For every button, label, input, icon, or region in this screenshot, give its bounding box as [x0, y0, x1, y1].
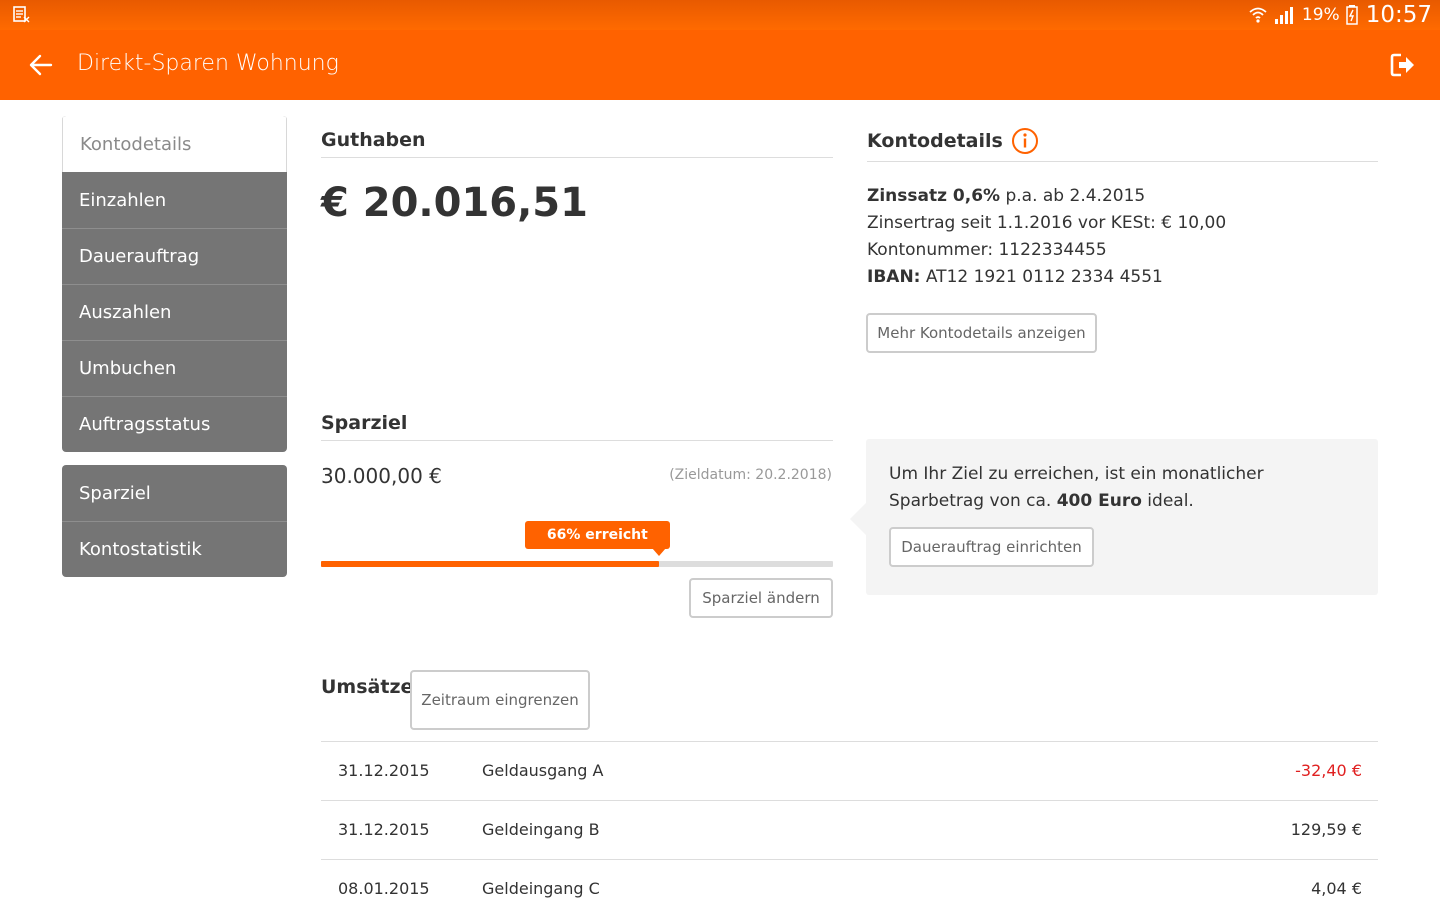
- date-range-filter-button[interactable]: Zeitraum eingrenzen: [410, 670, 590, 730]
- battery-icon: [1345, 5, 1358, 25]
- transaction-amount: -32,40 €: [1295, 761, 1362, 780]
- goal-target-date: (Zieldatum: 20.2.2018): [669, 467, 832, 483]
- account-details: Zinssatz 0,6% p.a. ab 2.4.2015 Zinsertra…: [867, 183, 1226, 291]
- sidebar-item-dauerauftrag[interactable]: Dauerauftrag: [62, 228, 287, 284]
- kontodetails-title: Kontodetails: [867, 130, 1003, 152]
- interest-rate-rest: p.a. ab 2.4.2015: [1000, 186, 1146, 206]
- sidebar-item-auftragsstatus[interactable]: Auftragsstatus: [62, 396, 287, 452]
- transaction-amount: 4,04 €: [1311, 879, 1362, 898]
- sidebar-item-kontostatistik[interactable]: Kontostatistik: [62, 521, 287, 577]
- transaction-row[interactable]: 31.12.2015 Geldausgang A -32,40 €: [321, 741, 1378, 800]
- status-indicators: 19% 10:57: [1248, 0, 1432, 30]
- sidebar-item-kontodetails[interactable]: Kontodetails: [62, 116, 287, 172]
- transaction-row[interactable]: 31.12.2015 Geldeingang B 129,59 €: [321, 800, 1378, 859]
- savings-tip-text: Um Ihr Ziel zu erreichen, ist ein monatl…: [889, 461, 1349, 515]
- interest-earned: Zinsertrag seit 1.1.2016 vor KESt: € 10,…: [867, 213, 1227, 233]
- iban-label: IBAN:: [867, 267, 921, 287]
- goal-progress-fill: [321, 561, 659, 567]
- transaction-date: 31.12.2015: [338, 820, 430, 839]
- status-bar: 19% 10:57: [0, 0, 1440, 30]
- info-icon[interactable]: [1011, 127, 1039, 155]
- progress-label: 66% erreicht: [524, 521, 670, 556]
- sidebar-menu-account: Kontodetails Einzahlen Dauerauftrag Ausz…: [62, 116, 287, 452]
- goal-progress-bar: [321, 561, 833, 567]
- interest-rate-label: Zinssatz 0,6%: [867, 186, 1001, 206]
- transaction-row[interactable]: 08.01.2015 Geldeingang C 4,04 €: [321, 859, 1378, 900]
- app-bar: Direkt-Sparen Wohnung: [0, 30, 1440, 100]
- account-balance: € 20.016,51: [321, 180, 588, 226]
- transaction-description: Geldeingang C: [482, 879, 600, 898]
- sidebar-item-einzahlen[interactable]: Einzahlen: [62, 172, 287, 228]
- transactions-heading: Umsätze: [321, 676, 414, 698]
- sidebar-item-sparziel[interactable]: Sparziel: [62, 465, 287, 521]
- iban-line: IBAN: AT12 1921 0112 2334 4551: [867, 264, 1226, 291]
- more-details-button[interactable]: Mehr Kontodetails anzeigen: [866, 313, 1097, 353]
- logout-icon[interactable]: [1388, 50, 1418, 80]
- battery-percent: 19%: [1301, 5, 1340, 25]
- sidebar-menu-goals: Sparziel Kontostatistik: [62, 465, 287, 577]
- sidebar-item-umbuchen[interactable]: Umbuchen: [62, 340, 287, 396]
- kontodetails-heading: Kontodetails: [867, 127, 1378, 162]
- sidebar-item-auszahlen[interactable]: Auszahlen: [62, 284, 287, 340]
- goal-amount: 30.000,00 €: [321, 464, 442, 488]
- signal-icon: [1274, 7, 1293, 24]
- setup-standing-order-button[interactable]: Dauerauftrag einrichten: [889, 527, 1094, 567]
- transaction-description: Geldeingang B: [482, 820, 600, 839]
- back-arrow-icon[interactable]: [26, 50, 56, 80]
- transaction-date: 31.12.2015: [338, 761, 430, 780]
- notification-icon: [13, 6, 30, 23]
- transaction-description: Geldausgang A: [482, 761, 604, 780]
- transactions-list: 31.12.2015 Geldausgang A -32,40 € 31.12.…: [321, 741, 1378, 900]
- tip-text-amount: 400 Euro: [1056, 491, 1142, 511]
- savings-tip-box: Um Ihr Ziel zu erreichen, ist ein monatl…: [850, 439, 1378, 595]
- iban-value: AT12 1921 0112 2334 4551: [920, 267, 1163, 287]
- tip-text-after: ideal.: [1141, 491, 1194, 511]
- guthaben-heading: Guthaben: [321, 129, 833, 158]
- account-number: Kontonummer: 1122334455: [867, 240, 1107, 260]
- status-time: 10:57: [1365, 2, 1432, 28]
- change-goal-button[interactable]: Sparziel ändern: [689, 578, 833, 618]
- transaction-amount: 129,59 €: [1290, 820, 1362, 839]
- page-title: Direkt-Sparen Wohnung: [77, 51, 339, 76]
- transaction-date: 08.01.2015: [338, 879, 430, 898]
- interest-rate-line: Zinssatz 0,6% p.a. ab 2.4.2015: [867, 183, 1226, 210]
- wifi-icon: [1249, 7, 1267, 23]
- sparziel-heading: Sparziel: [321, 412, 833, 441]
